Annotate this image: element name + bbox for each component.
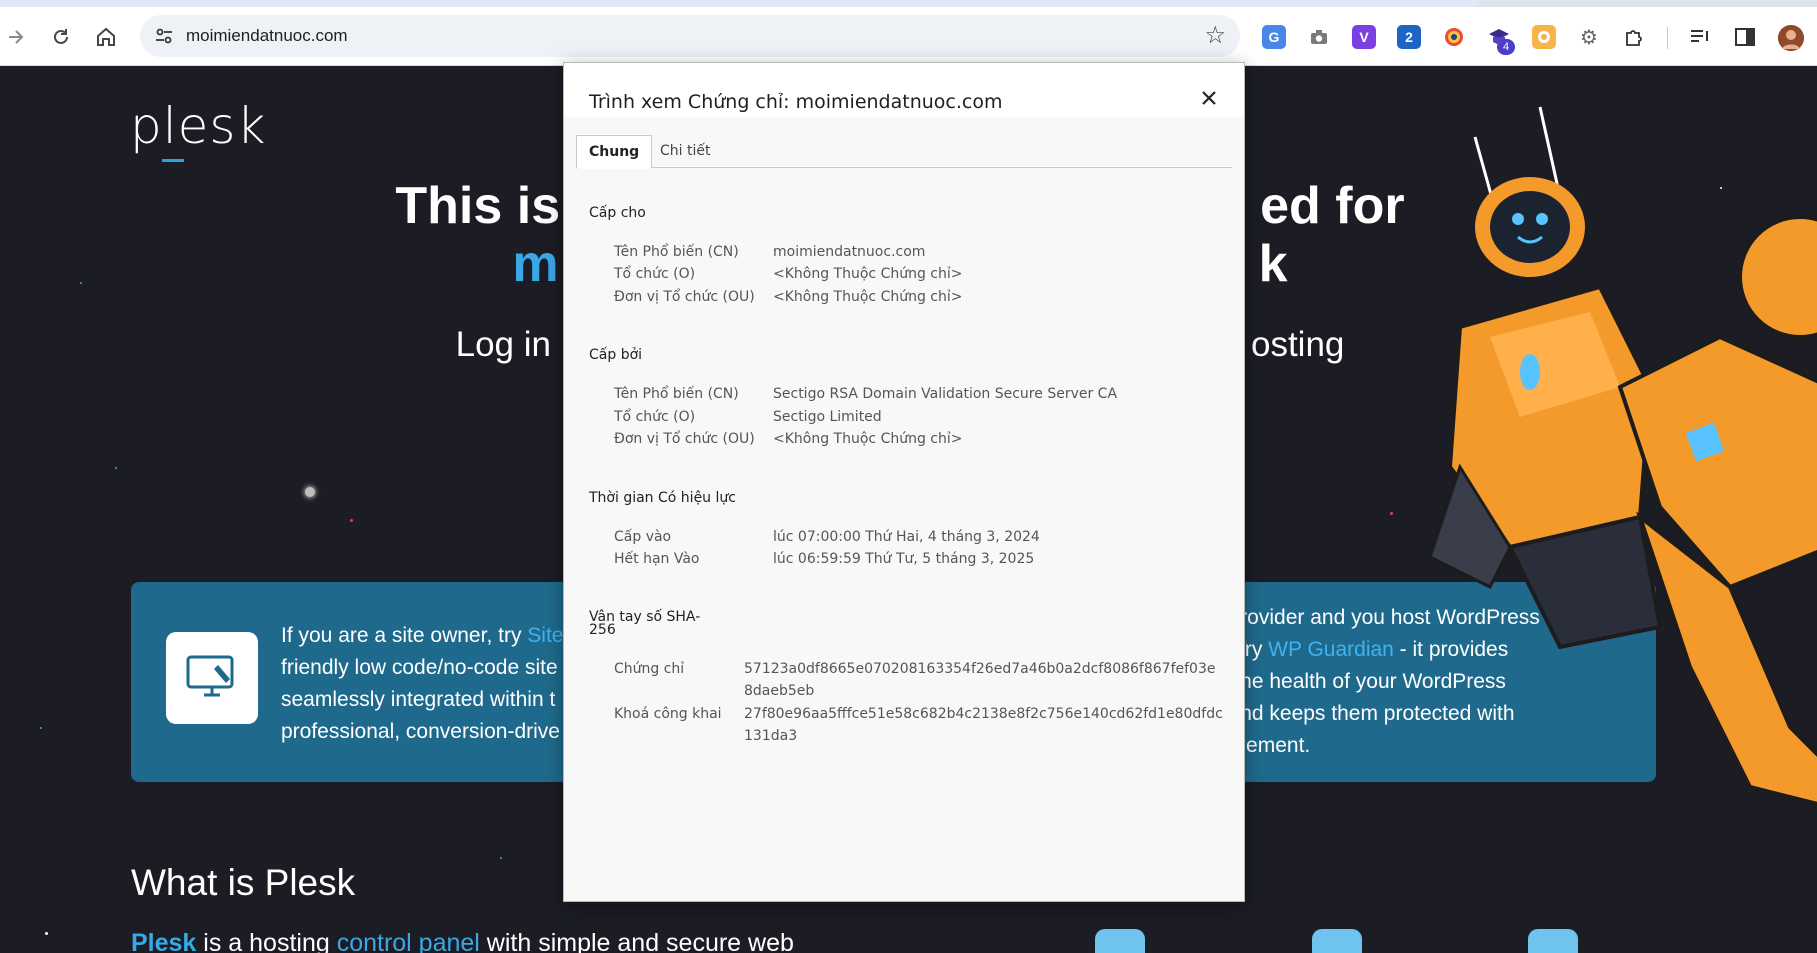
reload-icon[interactable] (45, 21, 77, 53)
media-queue-icon[interactable] (1688, 25, 1712, 49)
hero-sub-end: osting (1250, 325, 1345, 364)
cert-field-value: lúc 07:00:00 Thứ Hai, 4 tháng 3, 2024 (773, 529, 1040, 545)
tab-general[interactable]: Chung (576, 135, 653, 169)
issued-to-heading: Cấp cho (589, 205, 646, 221)
dialog-tabs: Chung Chi tiết (576, 135, 1232, 169)
banner-left-line: If you are a site owner, try (281, 624, 528, 647)
cert-field-value: moimiendatnuoc.com (773, 244, 926, 260)
wp-guardian-link[interactable]: WP Guardian (1268, 638, 1394, 661)
certificate-viewer-dialog: Trình xem Chứng chỉ: moimiendatnuoc.com … (563, 62, 1245, 902)
cert-field-value: <Không Thuộc Chứng chỉ> (773, 266, 963, 282)
star-dot (40, 727, 42, 729)
hero-line1-start: This is (395, 177, 561, 235)
fingerprints-heading-line: 256 (589, 622, 616, 638)
active-tab-edge (0, 0, 1480, 7)
cert-field-label: Đơn vị Tổ chức (OU) (614, 289, 755, 305)
dialog-title: Trình xem Chứng chỉ: moimiendatnuoc.com (589, 91, 1003, 113)
translate-extension-icon[interactable]: G (1262, 25, 1286, 49)
dialog-header: Trình xem Chứng chỉ: moimiendatnuoc.com (564, 63, 1244, 117)
hero-sub-start: Log in (455, 325, 551, 364)
gear-extension-icon[interactable]: ⚙ (1577, 25, 1601, 49)
site-info-icon[interactable] (154, 26, 174, 46)
monitor-pen-icon (166, 632, 258, 724)
tab-details[interactable]: Chi tiết (648, 135, 722, 169)
plesk-link[interactable]: Plesk (131, 929, 196, 953)
two-extension-icon[interactable]: 2 (1397, 25, 1421, 49)
cert-field-label: Khoá công khai (614, 706, 722, 722)
star-dot (1390, 512, 1393, 515)
feature-icon (1528, 929, 1578, 953)
cert-field-value: lúc 06:59:59 Thứ Tư, 5 tháng 3, 2025 (773, 551, 1035, 567)
star-dot (115, 467, 117, 469)
cert-field-label: Tổ chức (O) (614, 266, 696, 282)
star-dot (45, 932, 48, 935)
feature-icon (1095, 929, 1145, 953)
side-panel-icon[interactable] (1733, 25, 1757, 49)
cert-field-value: Sectigo RSA Domain Validation Secure Ser… (773, 386, 1118, 402)
robot-illustration (1430, 106, 1817, 806)
sha256-public-key-value[interactable]: 27f80e96aa5fffce51e58c682b4c2138e8f2c756… (744, 703, 1224, 747)
sha256-certificate-value[interactable]: 57123a0df8665e070208163354f26ed7a46b0a2d… (744, 658, 1224, 702)
what-is-plesk-heading: What is Plesk (131, 862, 356, 903)
extension-badge: 4 (1497, 39, 1515, 55)
cert-field-label: Chứng chỉ (614, 661, 685, 677)
star-dot (80, 282, 82, 284)
address-bar[interactable]: moimiendatnuoc.com ☆ (140, 15, 1240, 57)
cert-field-value: Sectigo Limited (773, 409, 882, 425)
camera-extension-icon[interactable] (1307, 25, 1331, 49)
forward-icon[interactable] (0, 21, 32, 53)
plesk-logo-text: plesk (130, 97, 267, 155)
profile-avatar[interactable] (1778, 25, 1804, 51)
plesk-logo: plesk (130, 97, 267, 162)
bookmark-star-icon[interactable]: ☆ (1204, 21, 1226, 50)
browser-toolbar: moimiendatnuoc.com ☆ G V 2 4 ⚙ (0, 7, 1817, 66)
body-text: with simple and secure web (479, 929, 794, 953)
cert-field-label: Tên Phổ biến (CN) (614, 386, 739, 402)
feature-icon (1312, 929, 1362, 953)
cert-field-value: <Không Thuộc Chứng chỉ> (773, 431, 963, 447)
eye-extension-icon[interactable] (1442, 25, 1466, 49)
cert-field-label: Tổ chức (O) (614, 409, 696, 425)
issued-by-heading: Cấp bởi (589, 347, 643, 363)
orange-extension-icon[interactable] (1532, 25, 1556, 49)
fingerprints-heading: Vân tay số SHA- 256 (589, 610, 700, 638)
puzzle-extensions-icon[interactable] (1622, 25, 1646, 49)
what-is-plesk-body: Plesk is a hosting control panel with si… (131, 929, 794, 953)
star-dot (500, 857, 502, 859)
hero-line1-end: ed for (1260, 177, 1405, 235)
body-text: is a hosting (196, 929, 337, 953)
validity-heading: Thời gian Có hiệu lực (589, 490, 736, 506)
cert-field-label: Tên Phổ biến (CN) (614, 244, 739, 260)
close-icon[interactable] (1196, 85, 1222, 111)
control-panel-link[interactable]: control panel (337, 929, 480, 953)
hero-line2-end: k (1258, 235, 1288, 293)
home-icon[interactable] (90, 21, 122, 53)
toolbar-separator (1667, 27, 1668, 49)
v-extension-icon[interactable]: V (1352, 25, 1376, 49)
hero-line2-start: m (512, 235, 559, 293)
cert-field-label: Đơn vị Tổ chức (OU) (614, 431, 755, 447)
cert-field-label: Cấp vào (614, 529, 672, 545)
star-dot (305, 487, 315, 497)
cert-field-label: Hết hạn Vào (614, 551, 700, 567)
cert-field-value: <Không Thuộc Chứng chỉ> (773, 289, 963, 305)
url-text[interactable]: moimiendatnuoc.com (186, 26, 348, 46)
sitejet-link[interactable]: Site (527, 624, 563, 647)
logo-underline (162, 159, 184, 162)
tab-strip (0, 0, 1817, 7)
star-dot (350, 519, 353, 522)
